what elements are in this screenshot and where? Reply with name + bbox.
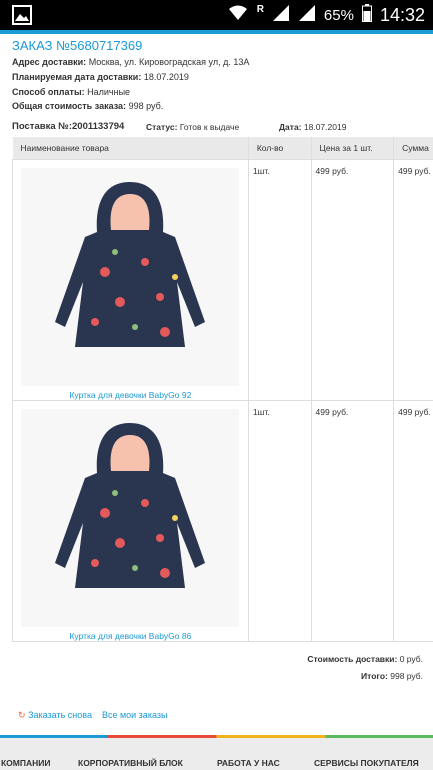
footer-item-corporate[interactable]: КОРПОРАТИВНЫЙ БЛОК [78, 758, 183, 768]
signal-icon [298, 4, 316, 27]
sum-cell: 499 руб. [393, 400, 433, 642]
wifi-icon [227, 4, 249, 27]
payment-label: Способ оплаты: [12, 87, 85, 97]
status-bar: R 65% 14:32 [0, 0, 433, 30]
footer-item-careers[interactable]: РАБОТА У НАС [217, 758, 280, 768]
header-price: Цена за 1 шт. [311, 137, 395, 160]
product-image[interactable] [21, 409, 240, 627]
product-image[interactable] [21, 168, 240, 386]
product-link[interactable]: Куртка для девочки BabyGo 86 [13, 631, 248, 641]
order-title: ЗАКАЗ №5680717369 [12, 38, 143, 53]
goods-table: Наименование товара Кол-во Цена за 1 шт.… [12, 137, 433, 642]
signal-icon [272, 4, 290, 27]
battery-icon [361, 4, 372, 27]
roaming-indicator: R [256, 4, 264, 15]
grand-total-row: Итого: 998 руб. [361, 671, 423, 681]
shipment-status-value: Готов к выдаче [179, 122, 240, 132]
clock: 14:32 [379, 5, 425, 25]
footer-item-services[interactable]: СЕРВИСЫ ПОКУПАТЕЛЯ [314, 758, 419, 768]
delivery-cost-label: Стоимость доставки: [307, 654, 398, 664]
gallery-icon [12, 5, 32, 30]
grand-total-value: 998 руб. [390, 671, 423, 681]
grand-total-label: Итого: [361, 671, 388, 681]
header-sum: Сумма [393, 137, 433, 160]
order-actions: ↻ Заказать снова Все мои заказы [18, 710, 167, 721]
footer-nav: О КОМПАНИИ КОРПОРАТИВНЫЙ БЛОК РАБОТА У Н… [0, 735, 433, 770]
address-row: Адрес доставки: Москва, ул. Кировоградск… [12, 57, 249, 67]
refresh-icon: ↻ [18, 710, 26, 720]
address-label: Адрес доставки: [12, 57, 87, 67]
delivery-date-value: 18.07.2019 [143, 72, 189, 82]
top-accent-line [0, 30, 433, 34]
table-row: Куртка для девочки BabyGo 86 1шт. 499 ру… [12, 400, 433, 642]
all-orders-link[interactable]: Все мои заказы [102, 710, 168, 721]
order-total-value: 998 руб. [128, 101, 164, 111]
delivery-date-label: Планируемая дата доставки: [12, 72, 142, 82]
shipment-number-label: Поставка №: [12, 121, 72, 132]
order-total-label: Общая стоимость заказа: [12, 101, 127, 111]
delivery-cost-value: 0 руб. [399, 654, 423, 664]
shipment-date-value: 18.07.2019 [303, 122, 347, 132]
price-cell: 499 руб. [310, 400, 395, 642]
shipment-date-label: Дата: [279, 122, 302, 132]
product-cell: Куртка для девочки BabyGo 86 [12, 400, 249, 642]
reorder-button[interactable]: ↻ Заказать снова [18, 710, 92, 721]
table-row: Куртка для девочки BabyGo 92 1шт. 499 ру… [12, 159, 433, 401]
shipment-number-value: 2001133794 [72, 121, 125, 132]
sum-cell: 499 руб. [393, 159, 433, 401]
shipment-status: Статус: Готов к выдаче [146, 122, 239, 132]
qty-cell: 1шт. [247, 159, 312, 401]
order-total-row: Общая стоимость заказа: 998 руб. [12, 101, 163, 111]
battery-percent: 65% [323, 7, 354, 24]
order-page: ЗАКАЗ №5680717369 Адрес доставки: Москва… [0, 30, 433, 770]
shipment-date: Дата: 18.07.2019 [279, 122, 346, 132]
price-cell: 499 руб. [310, 159, 395, 401]
reorder-label: Заказать снова [28, 710, 92, 720]
payment-row: Способ оплаты: Наличные [12, 87, 130, 97]
table-header-row: Наименование товара Кол-во Цена за 1 шт.… [12, 137, 433, 160]
product-link[interactable]: Куртка для девочки BabyGo 92 [13, 390, 248, 400]
shipment-number: Поставка №:2001133794 [12, 121, 124, 132]
address-value: Москва, ул. Кировоградская ул, д. 13А [88, 57, 250, 67]
qty-cell: 1шт. [247, 400, 312, 642]
footer-item-about[interactable]: О КОМПАНИИ [0, 758, 50, 768]
payment-value: Наличные [87, 87, 131, 97]
delivery-cost-row: Стоимость доставки: 0 руб. [307, 654, 423, 664]
header-qty: Кол-во [248, 137, 312, 160]
product-cell: Куртка для девочки BabyGo 92 [12, 159, 249, 401]
delivery-date-row: Планируемая дата доставки: 18.07.2019 [12, 72, 189, 82]
header-name: Наименование товара [12, 137, 249, 160]
shipment-status-label: Статус: [146, 122, 178, 132]
